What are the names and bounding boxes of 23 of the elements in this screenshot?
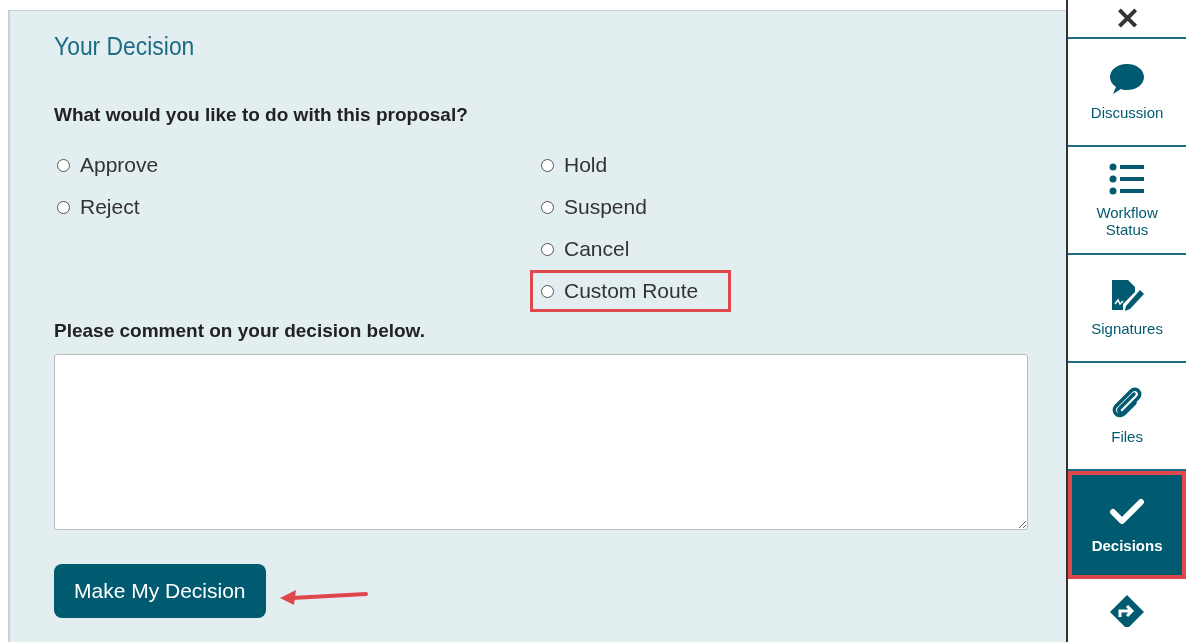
radio-option[interactable]: Reject [46,186,173,228]
sidebar-tab[interactable]: Signatures [1068,255,1186,363]
radio-option[interactable]: Cancel [530,228,663,270]
radio-option[interactable]: Hold [530,144,641,186]
sidebar-tab[interactable]: Decisions [1068,471,1186,579]
sidebar-tab[interactable]: Workflow Status [1068,147,1186,255]
radio-option[interactable]: Suspend [530,186,680,228]
radio-option[interactable]: Approve [46,144,192,186]
tab-label: Files [1110,428,1144,446]
highlighted-radio-option[interactable]: Custom Route [530,270,732,312]
make-decision-button[interactable]: Make My Decision [54,564,266,618]
panel-title: Your Decision [54,31,196,62]
tab-label: Signatures [1090,320,1164,338]
list-icon [1108,161,1147,196]
sidebar-tab[interactable]: Discussion [1068,39,1186,147]
comment-field[interactable] [54,354,1028,530]
tab-label: Discussion [1089,104,1165,122]
tab-label: Workflow Status [1095,203,1159,239]
question-text: What would you like to do with this proposal? [54,104,469,126]
route-arrow-icon [1108,593,1147,627]
tab-label: Decisions [1090,537,1164,555]
speech-bubble-icon [1108,62,1147,97]
comment-label: Please comment on your decision below. [54,320,426,342]
